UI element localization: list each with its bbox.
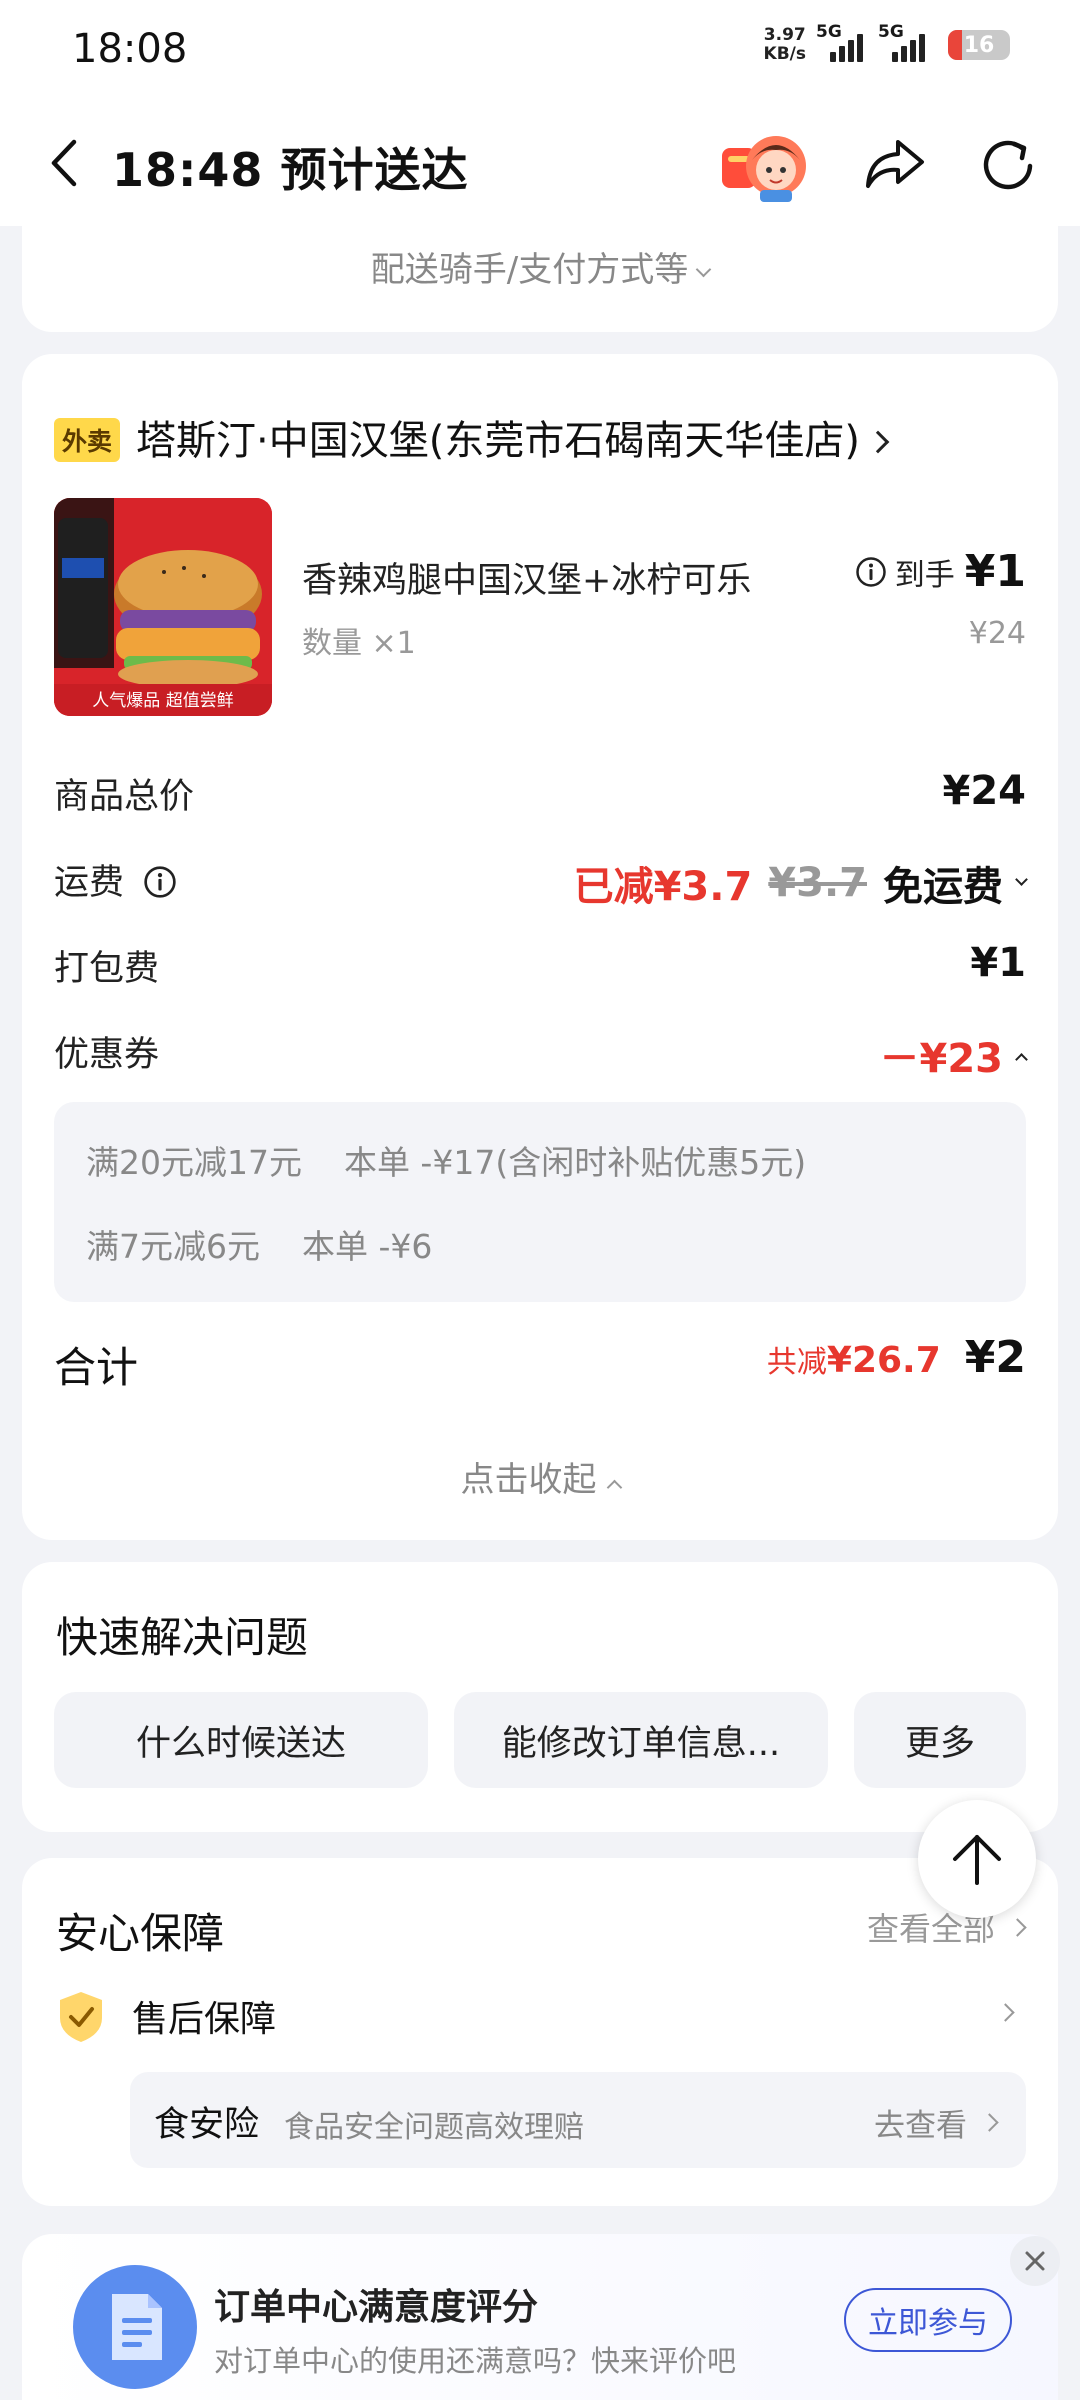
chevron-right-icon xyxy=(980,2113,999,2132)
arrow-up-icon xyxy=(953,1835,1001,1885)
packing-fee-row: 打包费 ¥1 xyxy=(54,940,1026,989)
help-when-delivered-button[interactable]: 什么时候送达 xyxy=(54,1692,428,1788)
chevron-right-icon xyxy=(1008,1917,1027,1937)
signal-icon: 5G xyxy=(878,22,930,62)
status-time: 18:08 xyxy=(72,26,188,72)
info-icon[interactable] xyxy=(143,865,177,899)
delivery-fee-row[interactable]: 运费 已减¥3.7 ¥3.7 免运费 xyxy=(54,854,1028,910)
product-name[interactable]: 香辣鸡腿中国汉堡+冰柠可乐 xyxy=(302,552,751,603)
coupon-line: 满20元减17元 本单 -¥17(含闲时补贴优惠5元) xyxy=(86,1143,807,1182)
total-summary: 共减¥26.7 ¥2 xyxy=(767,1332,1026,1383)
food-insurance-view[interactable]: 去查看 xyxy=(874,2100,999,2145)
takeout-tag: 外卖 xyxy=(54,418,121,462)
food-insurance-box[interactable]: 食安险 食品安全问题高效理赔 去查看 xyxy=(130,2072,1026,2168)
info-icon[interactable] xyxy=(855,556,887,588)
coupon-row[interactable]: 优惠券 －¥23 xyxy=(54,1026,1028,1082)
chevron-down-icon xyxy=(695,261,712,278)
chevron-up-icon xyxy=(606,1479,622,1496)
help-more-button[interactable]: 更多 xyxy=(854,1692,1026,1788)
delivery-saved: 已减¥3.7 xyxy=(573,864,753,910)
delivery-info-card: 配送骑手/支付方式等 xyxy=(22,226,1058,332)
delivery-more-link[interactable]: 配送骑手/支付方式等 xyxy=(22,242,1058,291)
chevron-down-icon xyxy=(1015,872,1028,886)
close-icon[interactable] xyxy=(1010,2236,1060,2286)
quick-help-card: 快速解决问题 什么时候送达 能修改订单信息... 更多 xyxy=(22,1562,1058,1832)
total-label: 合计 xyxy=(54,1343,139,1392)
status-bar: 18:08 3.97 KB/s 5G 5G 16 xyxy=(0,0,1080,100)
share-icon[interactable] xyxy=(864,136,926,192)
product-original-price: ¥24 xyxy=(968,616,1026,651)
subtotal-row: 商品总价 ¥24 xyxy=(54,768,1026,817)
shield-icon xyxy=(60,1992,102,2042)
safety-title: 安心保障 xyxy=(56,1909,225,1958)
back-icon[interactable] xyxy=(44,138,84,188)
document-icon xyxy=(73,2265,197,2389)
food-insurance-title: 食安险 xyxy=(154,2105,260,2145)
signal-icon: 5G xyxy=(816,22,868,62)
status-icons: 3.97 KB/s 5G 5G 16 xyxy=(763,22,1010,64)
battery-icon: 16 xyxy=(948,30,1010,60)
product-quantity: 数量 ×1 xyxy=(302,626,416,661)
delivery-original: ¥3.7 xyxy=(768,860,867,906)
aftersale-link[interactable]: 售后保障 xyxy=(132,1990,276,2042)
coupon-value: －¥23 xyxy=(879,1036,1004,1082)
mascot-icon[interactable] xyxy=(720,130,808,202)
chevron-right-icon[interactable] xyxy=(996,2003,1015,2022)
product-image[interactable]: 人气爆品 超值尝鲜 xyxy=(54,498,272,716)
network-speed: 3.97 KB/s xyxy=(763,25,806,64)
page-title: 18:48 预计送达 xyxy=(112,143,469,197)
quick-help-title: 快速解决问题 xyxy=(56,1613,309,1662)
order-card: 外卖 塔斯汀·中国汉堡(东莞市石碣南天华佳店) 人气爆品 超值尝鲜 香辣鸡腿中国… xyxy=(22,354,1058,1540)
collapse-link[interactable]: 点击收起 xyxy=(22,1452,1058,1501)
survey-card: 订单中心满意度评分 对订单中心的使用还满意吗？快来评价吧 立即参与 xyxy=(22,2234,1058,2400)
coupon-detail-box: 满20元减17元 本单 -¥17(含闲时补贴优惠5元) 满7元减6元 本单 -¥… xyxy=(54,1102,1026,1302)
total-saved: 共减¥26.7 xyxy=(766,1340,941,1381)
join-survey-button[interactable]: 立即参与 xyxy=(844,2288,1012,2352)
svg-text:人气爆品 超值尝鲜: 人气爆品 超值尝鲜 xyxy=(92,691,233,711)
chevron-right-icon xyxy=(866,430,890,454)
free-delivery-label: 免运费 xyxy=(883,864,1003,910)
store-name-link[interactable]: 塔斯汀·中国汉堡(东莞市石碣南天华佳店) xyxy=(136,408,890,466)
help-modify-order-button[interactable]: 能修改订单信息... xyxy=(454,1692,828,1788)
survey-title: 订单中心满意度评分 xyxy=(214,2287,539,2328)
total-amount: ¥2 xyxy=(964,1332,1026,1383)
food-insurance-desc: 食品安全问题高效理赔 xyxy=(284,2110,584,2145)
product-final-price[interactable]: 到手 ¥1 xyxy=(855,546,1026,597)
chevron-up-icon xyxy=(1015,1052,1028,1066)
survey-desc: 对订单中心的使用还满意吗？快来评价吧 xyxy=(214,2344,737,2378)
top-header: 18:48 预计送达 xyxy=(0,100,1080,226)
refresh-icon[interactable] xyxy=(980,138,1038,194)
safety-card: 安心保障 查看全部 售后保障 食安险 食品安全问题高效理赔 去查看 xyxy=(22,1858,1058,2206)
coupon-line: 满7元减6元 本单 -¥6 xyxy=(86,1227,433,1266)
scroll-top-button[interactable] xyxy=(918,1800,1036,1918)
